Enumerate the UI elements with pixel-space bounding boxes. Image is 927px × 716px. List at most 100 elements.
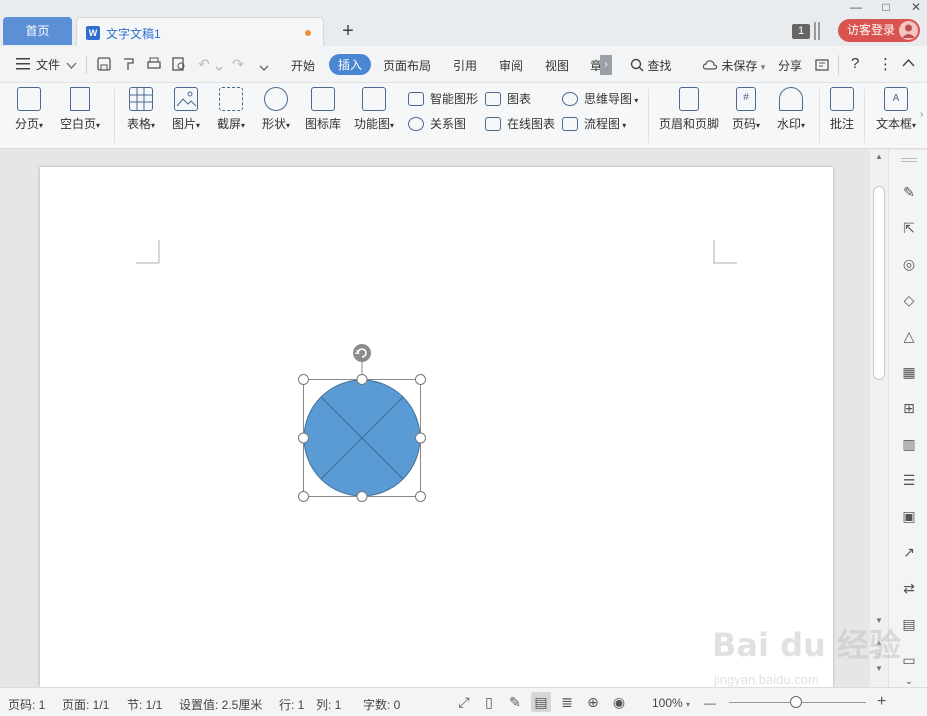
resize-handle[interactable] (298, 374, 309, 385)
blank-page-button[interactable]: 空白页▾ (56, 87, 104, 132)
edit-mode-icon[interactable]: ✎ (507, 694, 523, 710)
print-icon[interactable] (146, 56, 162, 72)
scroll-up-icon[interactable]: ▲ (875, 152, 883, 161)
table-button[interactable]: 表格▾ (123, 87, 159, 132)
word-count-status[interactable]: 字数: 0 (363, 696, 400, 713)
resize-handle[interactable] (415, 374, 426, 385)
document-page[interactable] (40, 167, 833, 687)
image-panel-icon[interactable]: ▣ (901, 508, 917, 524)
page-number-button[interactable]: # 页码▾ (728, 87, 764, 132)
function-chart-button[interactable]: 功能图▾ (351, 87, 397, 132)
undo-chevron-icon[interactable] (211, 59, 227, 75)
tab-review[interactable]: 审阅 (499, 57, 523, 74)
resize-handle[interactable] (356, 491, 368, 502)
share-panel-icon[interactable]: ↗ (901, 544, 917, 560)
collapse-ribbon-button[interactable] (902, 56, 915, 70)
redo-icon[interactable]: ↷ (230, 56, 246, 72)
guest-login-button[interactable]: 访客登录 (838, 19, 920, 42)
relationship-chart-button[interactable]: 关系图 (408, 114, 466, 134)
close-button[interactable]: ✕ (908, 0, 924, 14)
text-box-icon: A (884, 87, 908, 111)
resize-handle[interactable] (298, 432, 309, 444)
hamburger-icon[interactable] (16, 58, 30, 70)
comment-button[interactable]: 批注 (827, 87, 857, 132)
read-mode-icon[interactable]: ▯ (481, 694, 497, 710)
screenshot-button[interactable]: 截屏▾ (213, 87, 249, 132)
translate-icon[interactable]: ⇄ (901, 580, 917, 596)
find-button[interactable]: 查找 (630, 57, 671, 74)
format-painter-icon[interactable] (121, 56, 137, 72)
eye-protection-icon[interactable]: ◉ (611, 694, 627, 710)
minimize-button[interactable]: — (848, 0, 864, 14)
tab-document[interactable]: W 文字文稿1 (76, 17, 324, 46)
header-footer-icon (679, 87, 699, 111)
page-break-button[interactable]: 分页▾ (12, 87, 46, 132)
tab-chapter[interactable]: 章 (590, 57, 600, 74)
online-chart-button[interactable]: 在线图表 (485, 114, 555, 134)
tab-references[interactable]: 引用 (453, 57, 477, 74)
icon-library-button[interactable]: 图标库 (303, 87, 343, 132)
shape-panel-icon[interactable]: ◇ (901, 292, 917, 308)
help-button[interactable]: ? (851, 55, 859, 72)
ribbon-scroll-right-icon[interactable]: › (920, 109, 927, 121)
resize-handle[interactable] (298, 491, 309, 502)
new-tab-button[interactable]: + (338, 19, 358, 43)
undo-icon[interactable]: ↶ (196, 56, 212, 72)
header-footer-button[interactable]: 页眉和页脚 (657, 87, 721, 132)
text-box-button[interactable]: A 文本框▾ (873, 87, 919, 132)
zoom-out-button[interactable]: — (704, 696, 716, 710)
fullscreen-icon[interactable]: ⤢ (456, 694, 472, 710)
web-view-icon[interactable]: ⊕ (585, 694, 601, 710)
style-icon[interactable]: ◎ (901, 256, 917, 272)
tab-home-ribbon[interactable]: 开始 (291, 57, 315, 74)
chart-button[interactable]: 图表 (485, 89, 531, 109)
page-view-icon[interactable]: ▤ (531, 692, 551, 712)
maximize-button[interactable]: □ (878, 0, 894, 14)
scrollbar-thumb[interactable] (873, 186, 885, 380)
pen-icon[interactable]: ✎ (901, 184, 917, 200)
zoom-slider-thumb[interactable] (790, 696, 802, 708)
chart-panel-icon[interactable]: ▥ (901, 436, 917, 452)
tab-view[interactable]: 视图 (545, 57, 569, 74)
resize-handle[interactable] (415, 432, 426, 444)
mind-map-button[interactable]: 思维导图 ▾ (562, 89, 638, 109)
vertical-scrollbar[interactable]: ▲ ▼ ▲ ○ ▼ (870, 150, 888, 687)
print-preview-icon[interactable] (171, 56, 187, 72)
column-status[interactable]: 列: 1 (316, 696, 341, 713)
outline-view-icon[interactable]: ≣ (559, 694, 575, 710)
picture-button[interactable]: 图片▾ (168, 87, 204, 132)
quick-access-chevron-icon[interactable] (256, 59, 272, 75)
pages-status[interactable]: 页面: 1/1 (62, 696, 109, 713)
settings-sliders-icon[interactable]: ☰ (901, 472, 917, 488)
share-button[interactable]: 分享 (778, 57, 802, 74)
cursor-icon[interactable]: ⇱ (901, 220, 917, 236)
zoom-level[interactable]: 100% ▾ (652, 696, 690, 710)
collaboration-icon[interactable] (814, 57, 830, 73)
setting-value-status[interactable]: 设置值: 2.5厘米 (179, 696, 262, 713)
tabs-scroll-right-icon[interactable]: › (600, 55, 612, 75)
more-options-button[interactable]: ⋮ (878, 55, 893, 73)
resize-handle[interactable] (356, 374, 368, 385)
table-panel-icon[interactable]: ▦ (901, 364, 917, 380)
selected-shape[interactable] (295, 342, 430, 502)
unsaved-status-button[interactable]: 未保存 ▾ (702, 57, 765, 74)
resize-handle[interactable] (415, 491, 426, 502)
watermark-button[interactable]: 水印▾ (773, 87, 809, 132)
layout-icon[interactable] (813, 22, 823, 40)
tab-insert[interactable]: 插入 (329, 54, 372, 75)
shapes-button[interactable]: 形状▾ (258, 87, 294, 132)
flowchart-button[interactable]: 流程图 ▾ (562, 114, 626, 134)
tab-home[interactable]: 首页 (3, 17, 72, 45)
page-number-status[interactable]: 页码: 1 (8, 696, 45, 713)
zoom-in-button[interactable]: + (877, 693, 886, 711)
chevron-down-icon[interactable] (66, 59, 77, 73)
file-menu[interactable]: 文件 (36, 56, 60, 73)
row-status[interactable]: 行: 1 (279, 696, 304, 713)
tab-page-layout[interactable]: 页面布局 (383, 57, 431, 74)
save-icon[interactable] (96, 56, 112, 72)
section-status[interactable]: 节: 1/1 (127, 696, 162, 713)
smart-art-button[interactable]: 智能图形 (408, 89, 478, 109)
notification-badge[interactable]: 1 (792, 24, 810, 39)
grid-icon[interactable]: ⊞ (901, 400, 917, 416)
fill-icon[interactable]: △ (901, 328, 917, 344)
